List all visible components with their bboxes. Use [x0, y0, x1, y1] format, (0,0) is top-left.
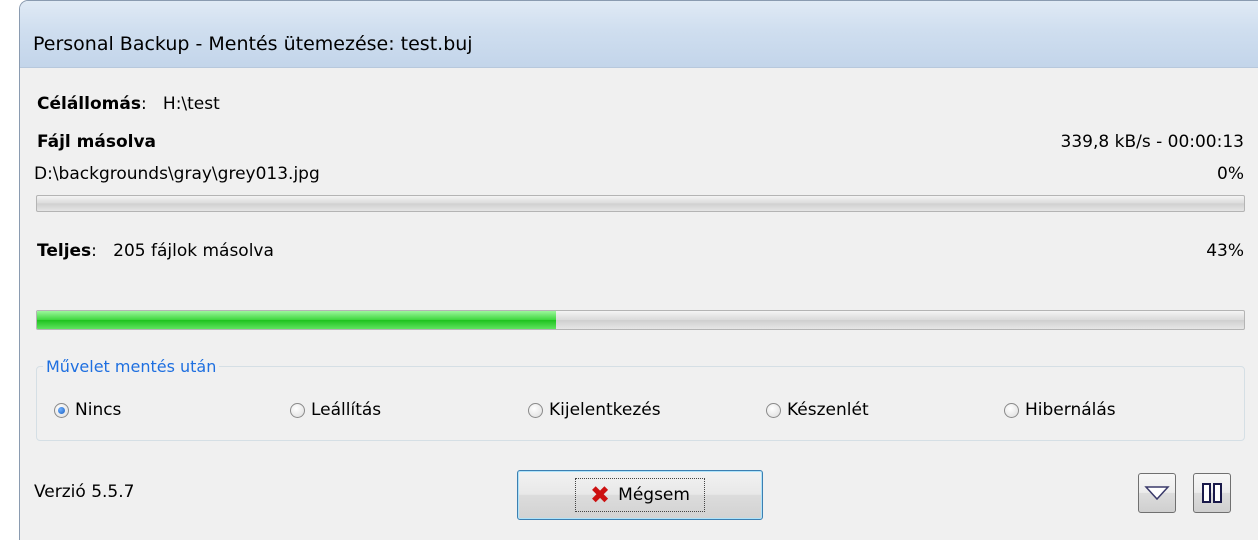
radio-button-icon[interactable]: [766, 402, 781, 418]
radio-hibernate-label: Hibernálás: [1025, 400, 1116, 420]
radio-button-icon[interactable]: [54, 402, 69, 418]
version-label: Verzió 5.5.7: [34, 482, 135, 502]
total-label: Teljes: [37, 241, 92, 261]
backup-progress-window: Personal Backup - Mentés ütemezése: test…: [19, 0, 1258, 540]
collapse-button[interactable]: [1138, 473, 1176, 513]
file-copied-heading: Fájl másolva: [37, 132, 157, 152]
after-backup-legend: Művelet mentés után: [46, 357, 217, 376]
destination-separator: :: [140, 94, 147, 114]
radio-logoff[interactable]: Kijelentkezés: [528, 399, 661, 421]
file-progress-percent: 0%: [1217, 164, 1244, 184]
file-progress-bar: [36, 195, 1245, 212]
cancel-button-label: Mégsem: [618, 485, 690, 505]
radio-none[interactable]: Nincs: [54, 399, 121, 421]
radio-button-icon[interactable]: [528, 402, 543, 418]
radio-shutdown[interactable]: Leállítás: [290, 399, 381, 421]
radio-hibernate[interactable]: Hibernálás: [1004, 399, 1116, 421]
radio-none-label: Nincs: [75, 400, 122, 420]
radio-button-icon[interactable]: [1004, 402, 1019, 418]
radio-shutdown-label: Leállítás: [311, 400, 382, 420]
total-progress-bar: [36, 310, 1245, 330]
triangle-down-icon: [1144, 486, 1170, 501]
pause-button[interactable]: [1193, 473, 1231, 513]
total-progress-percent: 43%: [1206, 241, 1244, 261]
cancel-button-focus: ✖ Mégsem: [575, 478, 705, 512]
total-value: 205 fájlok másolva: [113, 241, 274, 261]
total-separator: :: [91, 241, 97, 261]
pause-icon: [1202, 483, 1222, 503]
destination-row: Célállomás: H:\test: [37, 94, 220, 114]
window-title: Personal Backup - Mentés ütemezése: test…: [33, 33, 473, 55]
transfer-speed-time: 339,8 kB/s - 00:00:13: [1060, 132, 1244, 152]
radio-logoff-label: Kijelentkezés: [549, 400, 661, 420]
radio-standby-label: Készenlét: [787, 400, 869, 420]
radio-selected-dot: [58, 406, 65, 414]
title-bar[interactable]: Personal Backup - Mentés ütemezése: test…: [20, 1, 1258, 68]
close-x-icon: ✖: [590, 481, 611, 509]
total-row: Teljes: 205 fájlok másolva: [37, 241, 274, 261]
destination-value: H:\test: [162, 94, 220, 114]
radio-standby[interactable]: Készenlét: [766, 399, 869, 421]
total-progress-fill: [37, 311, 556, 329]
radio-button-icon[interactable]: [290, 402, 305, 418]
cancel-button[interactable]: ✖ Mégsem: [517, 470, 763, 520]
destination-label: Célállomás: [37, 94, 141, 114]
current-file-path: D:\backgrounds\gray\grey013.jpg: [34, 164, 320, 184]
